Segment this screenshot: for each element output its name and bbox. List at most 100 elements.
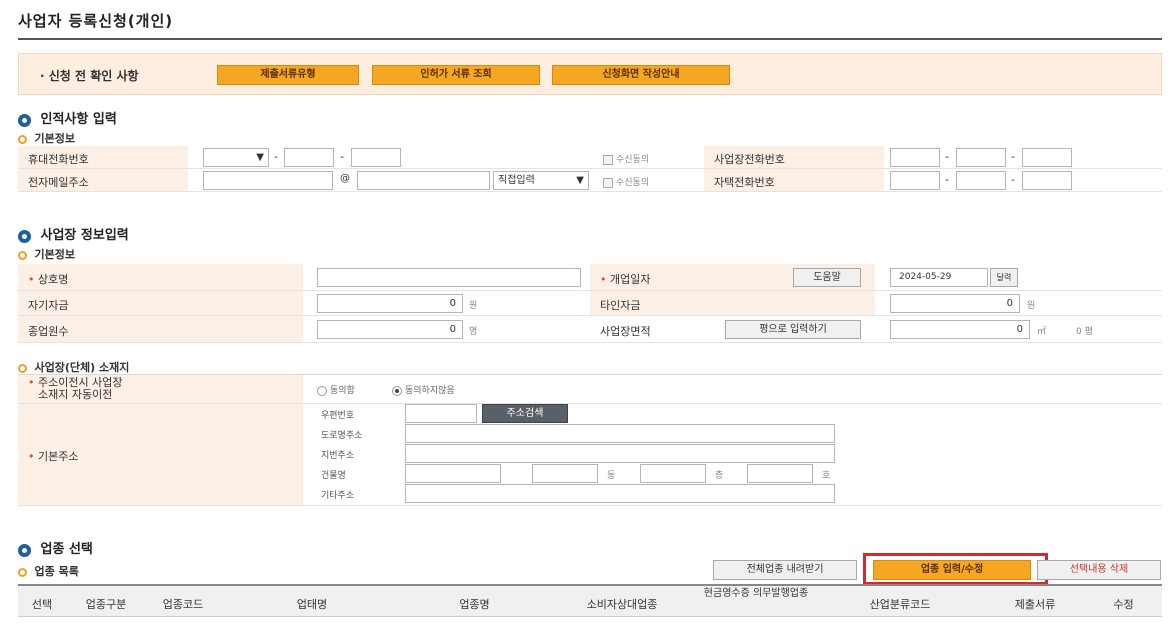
email-domain-input[interactable] <box>357 171 490 190</box>
email-consent-checkbox[interactable]: 수신동의 <box>603 175 649 188</box>
section-title: 사업장 정보입력 <box>40 228 129 243</box>
email-id-input[interactable] <box>203 171 333 190</box>
building-floor-input[interactable] <box>640 464 706 483</box>
building-ho-input[interactable] <box>747 464 813 483</box>
col-business-type-name: 업태명 <box>296 598 328 611</box>
subsection-bullet-icon <box>18 363 27 373</box>
dash: - <box>274 150 278 163</box>
own-capital-input[interactable]: 0 <box>317 294 463 313</box>
mobile-label: 휴대전화번호 <box>18 146 188 168</box>
agree-radio[interactable]: 동의함 <box>317 383 355 396</box>
area-label: 사업장면적 <box>600 325 651 338</box>
pyeong-input-button[interactable]: 평으로 입력하기 <box>725 320 861 339</box>
title-divider <box>18 38 1162 40</box>
dropdown-arrow-icon: ▼ <box>256 152 264 163</box>
disagree-radio[interactable]: 동의하지않음 <box>392 383 455 396</box>
biz-phone-area-input[interactable] <box>890 148 940 167</box>
col-consumer-facing: 소비자상대업종 <box>586 598 658 611</box>
section-title: 인적사항 입력 <box>40 112 117 127</box>
open-date-input[interactable]: 2024-05-29 <box>890 268 988 287</box>
col-industry-type: 업종구분 <box>85 598 127 611</box>
mobile-middle-input[interactable] <box>284 148 334 167</box>
license-docs-lookup-button[interactable]: 인허가 서류 조회 <box>372 65 540 85</box>
subsection-bullet-icon <box>18 250 27 260</box>
dash: - <box>1011 150 1015 163</box>
home-phone-area-input[interactable] <box>890 171 940 190</box>
radio-selected-icon <box>392 385 402 396</box>
agree-label: 동의함 <box>330 386 355 396</box>
section-title: 업종 선택 <box>40 542 93 557</box>
employees-label: 종업원수 <box>18 316 303 342</box>
email-domain-select[interactable]: 직접입력 ▼ <box>493 171 589 190</box>
own-capital-label: 자기자금 <box>18 291 303 315</box>
road-address-label: 도로명주소 <box>321 431 363 441</box>
home-phone-middle-input[interactable] <box>956 171 1006 190</box>
biz-phone-last-input[interactable] <box>1022 148 1072 167</box>
biz-phone-middle-input[interactable] <box>956 148 1006 167</box>
dash: - <box>1011 173 1015 186</box>
floor-unit: 층 <box>715 471 724 481</box>
dash: - <box>945 173 949 186</box>
industry-input-edit-button[interactable]: 업종 입력/수정 <box>873 560 1031 580</box>
help-button[interactable]: 도움말 <box>793 268 861 287</box>
building-dong-input[interactable] <box>532 464 598 483</box>
radio-icon <box>317 385 327 396</box>
trade-name-label: 상호명 <box>18 264 303 290</box>
page-title: 사업자 등록신청(개인) <box>18 12 174 30</box>
col-select: 선택 <box>31 598 53 611</box>
disagree-label: 동의하지않음 <box>405 386 455 396</box>
area-unit: ㎡ <box>1037 327 1047 337</box>
lot-address-label: 지번주소 <box>321 451 355 461</box>
col-industry-code: 업종코드 <box>162 598 204 611</box>
area-input[interactable]: 0 <box>890 320 1030 339</box>
col-submit-docs: 제출서류 <box>1014 598 1056 611</box>
section-bullet-icon <box>18 229 31 243</box>
industry-list-header: 업종 목록 <box>18 563 79 579</box>
subsection-title: 업종 목록 <box>34 565 79 578</box>
section-bullet-icon <box>18 543 31 557</box>
other-address-input[interactable] <box>405 484 835 503</box>
application-guide-button[interactable]: 신청화면 작성안내 <box>552 65 730 85</box>
checkbox-icon <box>603 154 613 165</box>
col-cash-receipt: 현금영수증 의무발행업종 <box>703 588 809 599</box>
lot-address-input[interactable] <box>405 444 835 463</box>
subsection-bullet-icon <box>18 134 27 144</box>
building-label: 건물명 <box>321 471 346 481</box>
download-all-industries-button[interactable]: 전체업종 내려받기 <box>713 560 857 580</box>
others-capital-input[interactable]: 0 <box>890 294 1020 313</box>
consent-label: 수신동의 <box>616 155 650 165</box>
delete-selected-button[interactable]: 선택내용 삭제 <box>1037 560 1161 580</box>
email-label: 전자메일주소 <box>18 169 188 191</box>
checkbox-icon <box>603 177 613 188</box>
pyeong-value: 0 평 <box>1076 327 1093 337</box>
dong-unit: 동 <box>607 471 616 481</box>
calendar-icon[interactable]: 달력 <box>990 268 1018 287</box>
dropdown-arrow-icon: ▼ <box>576 175 584 186</box>
employees-input[interactable]: 0 <box>317 320 463 339</box>
business-info-header: 사업장 정보입력 <box>18 224 129 243</box>
address-header: 사업장(단체) 소재지 <box>18 359 129 375</box>
person-unit: 명 <box>469 327 478 337</box>
business-basic-header: 기본정보 <box>18 246 75 262</box>
at-sign: @ <box>340 173 350 184</box>
base-address-label: 기본주소 <box>18 404 303 505</box>
submission-docs-type-button[interactable]: 제출서류유형 <box>217 65 359 85</box>
biz-phone-label: 사업장전화번호 <box>704 146 884 168</box>
postal-code-input[interactable] <box>405 404 477 423</box>
subsection-title: 기본정보 <box>34 248 75 261</box>
email-domain-select-value: 직접입력 <box>498 175 535 186</box>
others-capital-label: 타인자금 <box>590 291 875 315</box>
trade-name-input[interactable] <box>317 268 581 287</box>
road-address-input[interactable] <box>405 424 835 443</box>
consent-label: 수신동의 <box>616 178 650 188</box>
dash: - <box>945 150 949 163</box>
mobile-prefix-select[interactable]: ▼ <box>203 148 269 167</box>
home-phone-last-input[interactable] <box>1022 171 1072 190</box>
building-name-input[interactable] <box>405 464 501 483</box>
dash: - <box>340 150 344 163</box>
personal-basic-header: 기본정보 <box>18 130 75 146</box>
col-edit: 수정 <box>1113 598 1134 611</box>
mobile-last-input[interactable] <box>351 148 401 167</box>
sms-consent-checkbox[interactable]: 수신동의 <box>603 152 649 165</box>
address-search-button[interactable]: 주소검색 <box>482 404 568 423</box>
